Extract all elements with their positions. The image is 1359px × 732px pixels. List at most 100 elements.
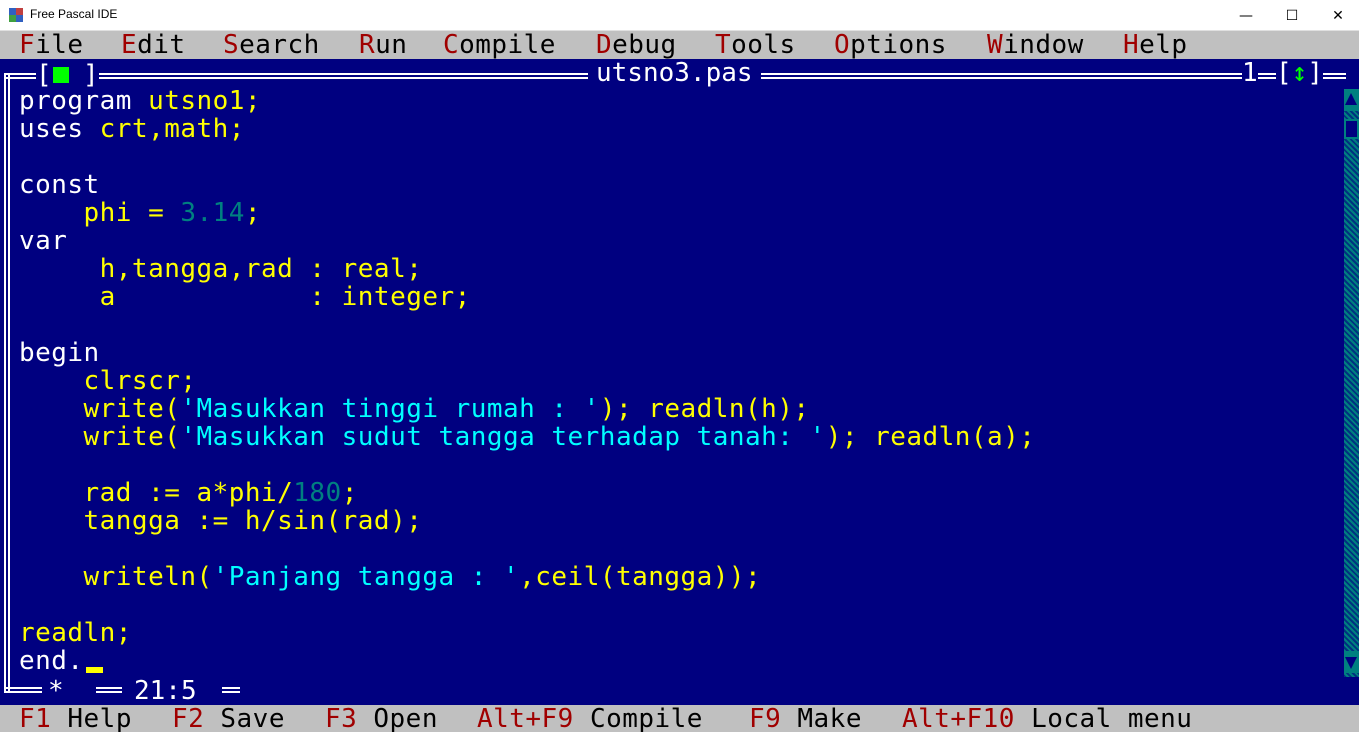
close-icon: ✕ (1332, 7, 1344, 24)
editor-frame-bottom (96, 687, 122, 693)
menu-hotkey: R (359, 31, 376, 60)
code-token: writeln( (19, 562, 213, 592)
editor-close-icon[interactable] (53, 67, 69, 83)
window-titlebar: Free Pascal IDE — ☐ ✕ (0, 0, 1359, 31)
code-line: uses crt,math; (19, 115, 245, 143)
menu-hotkey: S (223, 31, 240, 60)
status-key: Alt+F10 (902, 704, 1015, 732)
menu-label: ile (35, 31, 84, 60)
code-token: rad := a*phi/ (19, 478, 294, 508)
code-line: tangga := h/sin(rad); (19, 507, 422, 535)
menu-bar: File Edit Search Run Compile Debug Tools Option… (0, 31, 1359, 59)
cursor-position-indicator: 21:5 (130, 677, 201, 705)
menu-hotkey: C (443, 31, 460, 60)
menu-label: ptions (850, 31, 947, 60)
menu-hotkey: W (987, 31, 1004, 60)
menu-file[interactable]: File (19, 31, 84, 59)
code-token: 3.14 (180, 198, 245, 228)
menu-options[interactable]: Options (834, 31, 947, 59)
code-line: h,tangga,rad : real; (19, 255, 422, 283)
editor-window-number: 1 (1242, 58, 1258, 88)
menu-run[interactable]: Run (359, 31, 407, 59)
code-line: var (19, 227, 67, 255)
code-token: begin (19, 338, 100, 368)
code-line: write('Masukkan sudut tangga terhadap ta… (19, 423, 1035, 451)
code-token: 'Panjang tangga : ' (212, 562, 520, 592)
status-alt-f9[interactable]: Alt+F9 Compile (477, 705, 703, 732)
code-token: 'Masukkan tinggi rumah : ' (180, 394, 600, 424)
menu-tools[interactable]: Tools (715, 31, 796, 59)
code-line: begin (19, 339, 100, 367)
status-key: F9 (749, 704, 782, 732)
status-f1[interactable]: F1 Help (19, 705, 132, 732)
menu-label: ompile (459, 31, 556, 60)
code-line: end. (19, 647, 84, 675)
status-label: Open (357, 704, 438, 732)
code-token: const (19, 170, 100, 200)
code-token: 'Masukkan sudut tangga terhadap tanah: ' (180, 422, 826, 452)
editor-frame-top (1326, 73, 1346, 79)
status-f9[interactable]: F9 Make (749, 705, 862, 732)
menu-help[interactable]: Help (1123, 31, 1188, 59)
editor-zoom-button[interactable]: [↕] (1276, 59, 1323, 87)
modified-indicator: * (48, 676, 64, 706)
status-key: F3 (325, 704, 358, 732)
status-label: Make (781, 704, 862, 732)
code-token: phi = (19, 198, 181, 228)
menu-label: ools (731, 31, 796, 60)
code-token: end. (19, 646, 84, 676)
menu-label: ebug (612, 31, 677, 60)
code-token: ); readln(a); (825, 422, 1036, 452)
menu-debug[interactable]: Debug (596, 31, 677, 59)
status-key: F2 (172, 704, 205, 732)
code-token: clrscr; (19, 366, 197, 396)
status-f2[interactable]: F2 Save (172, 705, 285, 732)
status-alt-f10[interactable]: Alt+F10 Local menu (902, 705, 1192, 732)
code-token: program (19, 86, 149, 116)
maximize-button[interactable]: ☐ (1269, 0, 1315, 31)
vertical-scrollbar[interactable] (1344, 89, 1359, 677)
code-line: clrscr; (19, 367, 196, 395)
vertical-scroll-thumb[interactable] (1344, 119, 1359, 139)
editor-file-title: utsno3.pas (588, 59, 761, 87)
code-token: write( (19, 422, 181, 452)
minimize-icon: — (1239, 7, 1253, 24)
menu-window[interactable]: Window (987, 31, 1084, 59)
menu-hotkey: E (121, 31, 138, 60)
code-token: ; (341, 478, 358, 508)
scroll-up-arrow-icon[interactable] (1344, 89, 1359, 111)
menu-hotkey: O (834, 31, 851, 60)
code-token: utsno1; (148, 86, 262, 116)
status-label: Help (51, 704, 132, 732)
menu-search[interactable]: Search (223, 31, 320, 59)
code-token: 180 (293, 478, 342, 508)
editor-window: [ ] utsno3.pas 1 [↕] program utsno1; uses… (0, 58, 1359, 729)
code-token: readln; (19, 618, 132, 648)
free-pascal-app-icon (8, 7, 24, 23)
code-token: ,ceil(tangga)); (519, 562, 762, 592)
scroll-down-arrow-icon[interactable] (1344, 651, 1359, 673)
menu-label: un (375, 31, 408, 60)
status-f3[interactable]: F3 Open (325, 705, 438, 732)
code-line: program utsno1; (19, 87, 261, 115)
menu-edit[interactable]: Edit (121, 31, 186, 59)
editor-frame-bottom (222, 687, 240, 693)
code-line: phi = 3.14; (19, 199, 261, 227)
menu-hotkey: T (715, 31, 732, 60)
code-line: write('Masukkan tinggi rumah : '); readl… (19, 395, 810, 423)
minimize-button[interactable]: — (1223, 0, 1269, 31)
menu-hotkey: F (19, 31, 36, 60)
code-line: rad := a*phi/180; (19, 479, 358, 507)
menu-hotkey: D (596, 31, 613, 60)
status-key: Alt+F9 (477, 704, 574, 732)
menu-label: elp (1139, 31, 1188, 60)
close-window-button[interactable]: ✕ (1315, 0, 1359, 31)
editor-frame-left (4, 73, 10, 693)
code-line: writeln('Panjang tangga : ',ceil(tangga)… (19, 563, 761, 591)
menu-compile[interactable]: Compile (443, 31, 556, 59)
code-token: write( (19, 394, 181, 424)
menu-label: earch (239, 31, 320, 60)
code-token: ); readln(h); (599, 394, 810, 424)
code-token: tangga := h/sin(rad); (19, 506, 423, 536)
status-label: Local menu (1014, 704, 1193, 732)
